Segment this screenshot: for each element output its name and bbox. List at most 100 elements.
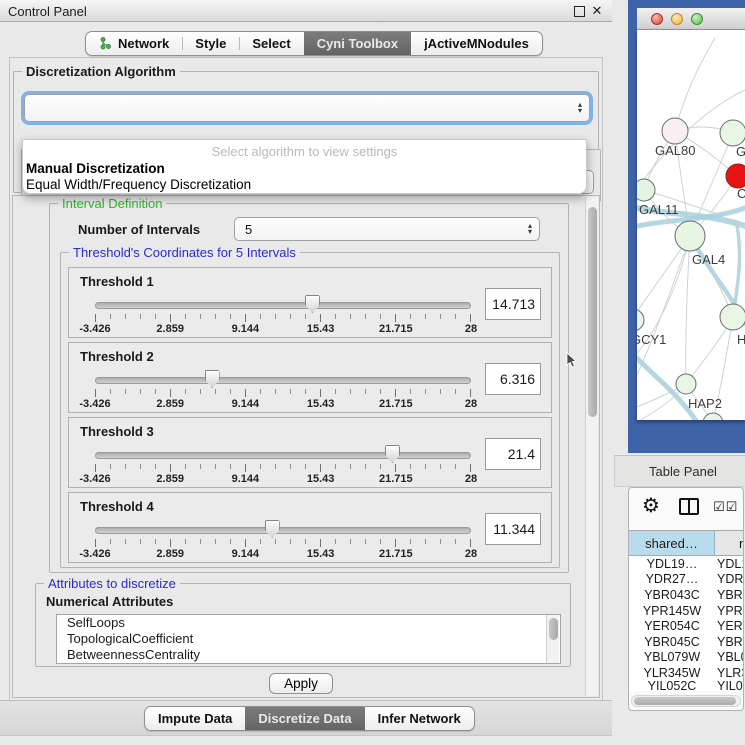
table-row[interactable]: YIL052CYIL0 (629, 681, 744, 691)
slider-thumb[interactable] (265, 520, 280, 538)
option-equal-width-frequency[interactable]: Equal Width/Frequency Discretization (25, 177, 584, 193)
interval-definition-group: Interval Definition Number of Intervals … (49, 203, 569, 573)
numerical-attributes-list[interactable]: SelfLoops TopologicalCoefficient Between… (56, 614, 561, 664)
slider-thumb[interactable] (205, 370, 220, 388)
zoom-traffic-light-icon[interactable] (691, 13, 703, 25)
close-traffic-light-icon[interactable] (651, 13, 663, 25)
columns-icon[interactable] (679, 498, 699, 515)
scrollbar-thumb[interactable] (588, 207, 597, 417)
table-panel-title: Table Panel (649, 464, 717, 479)
bottom-tab-band: Impute Data Discretize Data Infer Networ… (0, 700, 612, 736)
network-canvas[interactable]: GAL80 G C GAL11 GAL4 GCY1 H HAP2 (637, 30, 745, 420)
table-row[interactable]: YLR345WYLR3 (629, 665, 744, 681)
network-window-titlebar (637, 8, 745, 30)
node-gcy1 (637, 309, 644, 331)
table-horizontal-scrollbar[interactable] (631, 695, 741, 707)
float-window-icon[interactable] (572, 4, 586, 18)
network-view-window[interactable]: GAL80 G C GAL11 GAL4 GCY1 H HAP2 (628, 0, 745, 453)
option-manual-discretization[interactable]: Manual Discretization (25, 161, 584, 177)
column-header-name[interactable]: na (715, 531, 744, 555)
node-right-h (720, 304, 745, 330)
slider-track[interactable] (95, 302, 471, 309)
tab-select[interactable]: Select (239, 32, 303, 55)
node-label: GAL80 (655, 143, 695, 158)
table-row[interactable]: YBR043CYBR0 (629, 587, 744, 603)
slider-track[interactable] (95, 452, 471, 459)
table-row[interactable]: YBR045CYBR0 (629, 634, 744, 650)
threshold-4-row: Threshold 4 -3.4262.8599.14415.4321.7152… (68, 492, 552, 563)
num-intervals-combobox[interactable]: 5 ▴▾ (234, 217, 540, 241)
node-partial-bottom (703, 413, 723, 420)
tab-style[interactable]: Style (182, 32, 239, 55)
mouse-cursor (566, 352, 578, 370)
node-label-partial: C (737, 186, 745, 201)
slider-track[interactable] (95, 527, 471, 534)
cyni-mode-tabbar: Impute Data Discretize Data Infer Networ… (144, 706, 475, 731)
control-panel-titlebar: Control Panel ✕ (0, 0, 612, 22)
table-row[interactable]: YDR27…YDR2 (629, 572, 744, 588)
node-label: GAL11 (639, 202, 679, 217)
network-icon (99, 37, 112, 50)
node-label-partial: H (737, 332, 745, 347)
close-icon[interactable]: ✕ (590, 4, 604, 18)
threshold-4-value[interactable]: 11.344 (485, 513, 541, 545)
thresholds-group: Threshold's Coordinates for 5 Intervals … (60, 252, 560, 568)
algorithm-hint: Select algorithm to view settings (23, 144, 586, 159)
tab-impute-data[interactable]: Impute Data (145, 707, 245, 730)
scrollbar-thumb[interactable] (634, 697, 736, 705)
column-header-shared-name[interactable]: shared… (629, 531, 715, 555)
list-item[interactable]: SelfLoops (57, 615, 560, 631)
panel-title: Control Panel (8, 4, 87, 19)
algorithm-dropdown-popup: Select algorithm to view settings Manual… (22, 139, 587, 194)
slider-thumb[interactable] (305, 295, 320, 313)
tab-cyni-toolbox[interactable]: Cyni Toolbox (304, 32, 411, 55)
node-gal4 (675, 221, 705, 251)
list-item[interactable]: BetweennessCentrality (57, 647, 560, 663)
node-gal11 (637, 179, 655, 201)
tab-network-label: Network (118, 36, 169, 51)
slider-track[interactable] (95, 377, 471, 384)
table-row[interactable]: YER054CYER0 (629, 618, 744, 634)
threshold-1-value[interactable]: 14.713 (485, 288, 541, 320)
table-row[interactable]: YPR145WYPR1 (629, 603, 744, 619)
stepper-icon: ▴▾ (528, 223, 532, 235)
table-row[interactable]: YBL079WYBL0 (629, 650, 744, 666)
node-gal80 (662, 118, 688, 144)
table-panel-card: ⚙ ☑☑ shared… na YDL19…YDL1 YDR27…YDR2 YB… (628, 487, 744, 711)
node-label: GAL4 (692, 252, 725, 267)
node-partial-top-right (720, 120, 745, 146)
gear-icon[interactable]: ⚙ (642, 495, 660, 517)
tab-jactivemnodules[interactable]: jActiveMNodules (411, 32, 542, 55)
num-intervals-label: Number of Intervals (78, 222, 200, 237)
threshold-2-value[interactable]: 6.316 (485, 363, 541, 395)
threshold-1-slider[interactable]: -3.4262.8599.14415.4321.71528 (95, 296, 471, 336)
algorithm-combobox[interactable]: ▴▾ (24, 94, 590, 122)
tab-network[interactable]: Network (86, 32, 182, 55)
panel-scrollbar[interactable] (585, 197, 598, 696)
numerical-attributes-heading: Numerical Attributes (46, 594, 173, 609)
minimize-traffic-light-icon[interactable] (671, 13, 683, 25)
apply-button[interactable]: Apply (269, 673, 333, 694)
threshold-4-slider[interactable]: -3.4262.8599.14415.4321.71528 (95, 521, 471, 561)
table-panel-titlebar: Table Panel (614, 455, 745, 487)
list-item[interactable]: TopologicalCoefficient (57, 631, 560, 647)
select-columns-checkboxes-icon[interactable]: ☑☑ (713, 499, 738, 515)
threshold-3-slider[interactable]: -3.4262.8599.14415.4321.71528 (95, 446, 471, 486)
tab-infer-network[interactable]: Infer Network (365, 707, 474, 730)
tab-discretize-data[interactable]: Discretize Data (245, 707, 364, 730)
attributes-group: Attributes to discretize Numerical Attri… (35, 583, 571, 667)
control-panel-tabbar: Network Style Select Cyni Toolbox jActiv… (85, 31, 543, 56)
threshold-3-row: Threshold 3 -3.4262.8599.14415.4321.7152… (68, 417, 552, 488)
attributes-group-title: Attributes to discretize (44, 576, 180, 591)
node-label: GCY1 (637, 332, 666, 347)
threshold-2-slider[interactable]: -3.4262.8599.14415.4321.71528 (95, 371, 471, 411)
control-panel: Control Panel ✕ Network Style Select Cyn… (0, 0, 612, 745)
list-scrollbar[interactable] (546, 615, 559, 663)
slider-thumb[interactable] (385, 445, 400, 463)
node-label-partial: G (736, 144, 745, 159)
thresholds-group-title: Threshold's Coordinates for 5 Intervals (69, 245, 300, 260)
table-header-row: shared… na (629, 530, 744, 556)
table-row[interactable]: YDL19…YDL1 (629, 556, 744, 572)
settings-scroll-panel: Interval Definition Number of Intervals … (12, 195, 600, 698)
threshold-3-value[interactable]: 21.4 (485, 438, 541, 470)
